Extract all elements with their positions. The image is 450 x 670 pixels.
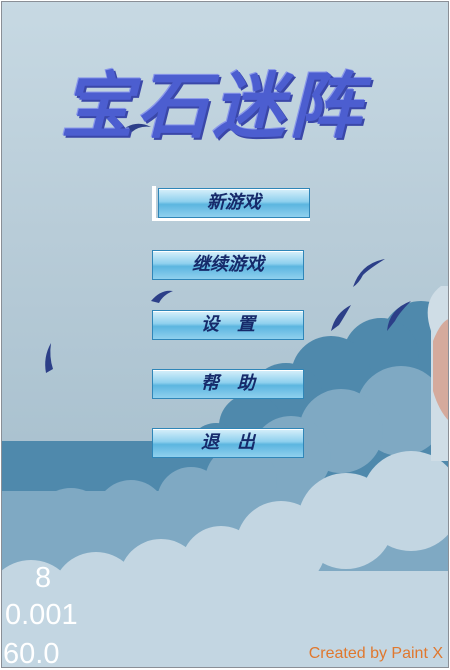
- debug-stat-frametime: 0.001: [5, 599, 78, 631]
- debug-stat-count: 8: [35, 562, 52, 594]
- debug-stat-fps: 60.0: [3, 638, 60, 668]
- settings-button[interactable]: 设 置: [152, 310, 304, 340]
- game-title: 宝石迷阵: [61, 63, 366, 148]
- credit-text: Created by Paint X: [308, 645, 443, 662]
- continue-game-button[interactable]: 继续游戏: [152, 250, 304, 280]
- game-screen: 宝石迷阵 新游戏 继续游戏 设 置 帮 助 退 出 8 0.001 60.0 C…: [1, 1, 449, 668]
- exit-button[interactable]: 退 出: [152, 428, 304, 458]
- new-game-button[interactable]: 新游戏: [158, 188, 310, 218]
- help-button[interactable]: 帮 助: [152, 369, 304, 399]
